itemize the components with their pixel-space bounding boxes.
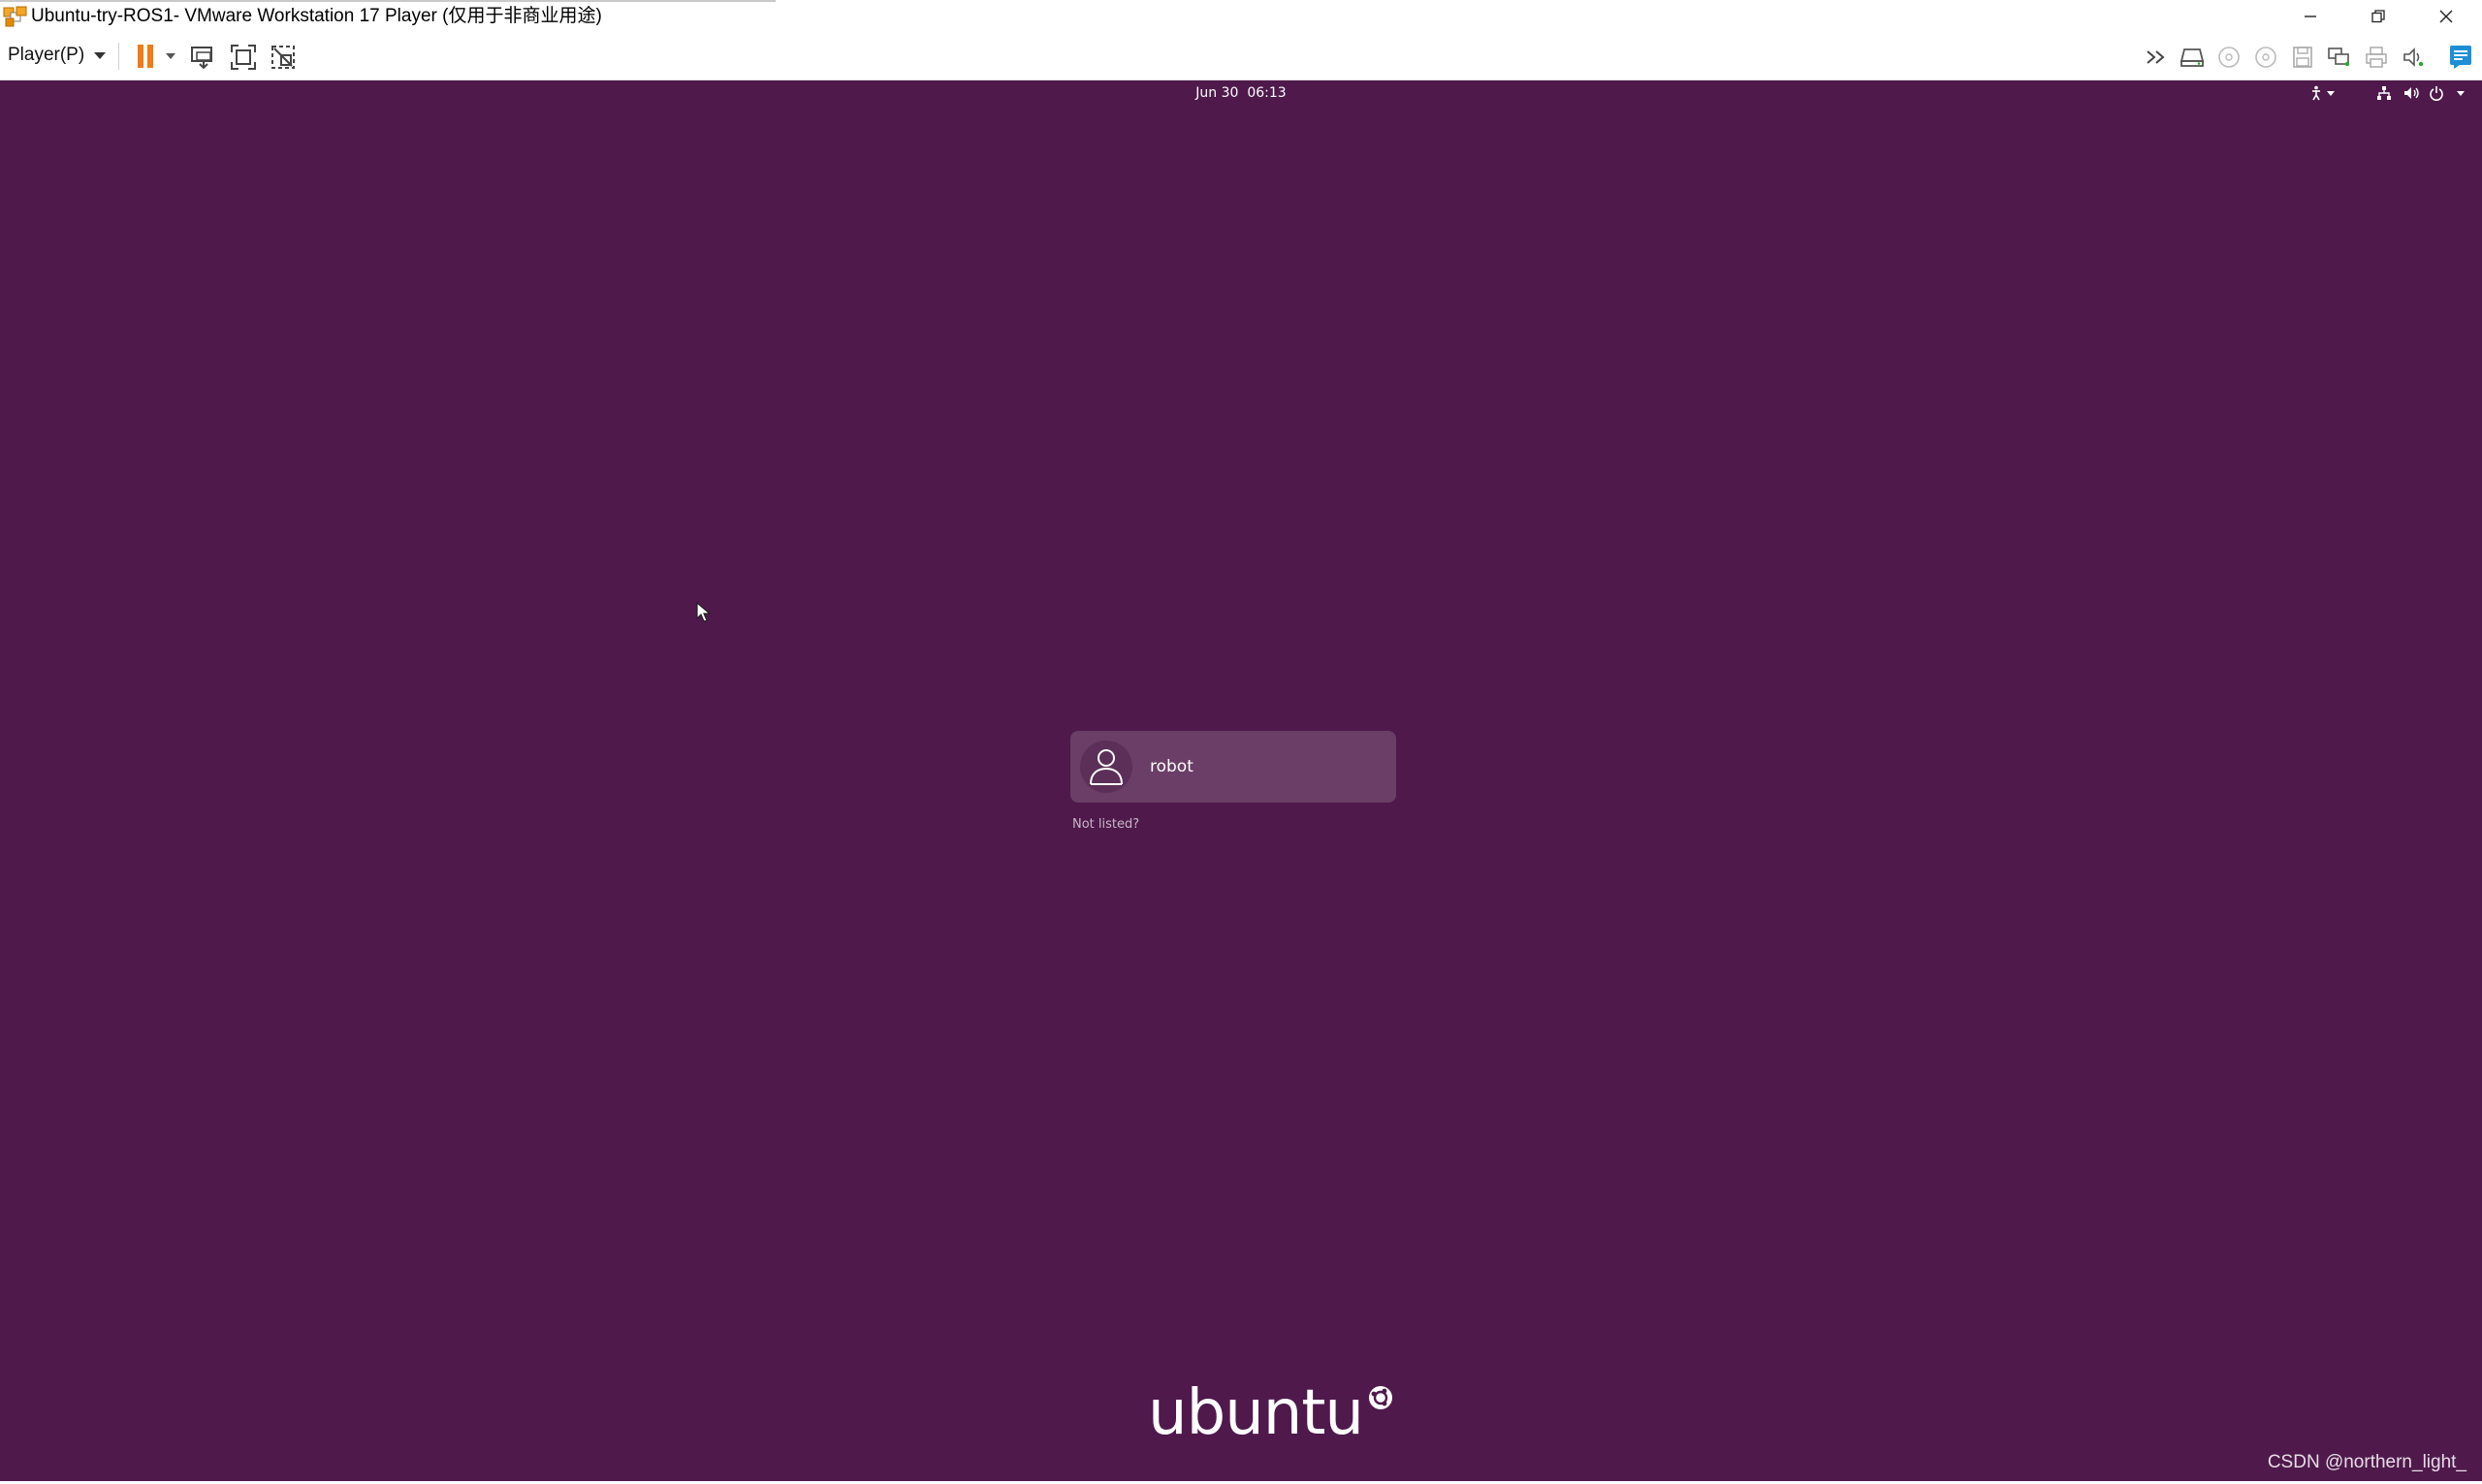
hard-disk-button[interactable] [2180,45,2205,70]
pause-icon [138,45,153,68]
unity-button[interactable] [269,43,298,72]
username-label: robot [1150,757,1193,776]
title-bar[interactable]: Ubuntu-try-ROS1- VMware Workstation 17 P… [0,0,2482,33]
accessibility-menu[interactable] [2309,84,2337,102]
user-list-item[interactable]: robot [1070,731,1396,803]
restore-icon [2371,10,2385,23]
hard-disk-icon [2180,48,2205,67]
volume-indicator[interactable] [2402,84,2422,102]
pause-dropdown[interactable] [161,47,180,66]
cd-dvd-icon [2218,47,2240,68]
power-icon [2430,86,2465,101]
network-icon [2377,86,2391,100]
cd-dvd-2-icon [2255,47,2276,68]
more-devices-button[interactable] [2145,45,2170,70]
title-bar-accent [0,0,776,2]
printer-icon [2366,47,2387,68]
more-devices-icon [2147,50,2165,64]
watermark: CSDN @northern_light_ [2267,1452,2466,1472]
clock[interactable]: Jun 30 06:13 [1144,84,1338,102]
ubuntu-logo: ubuntu [1148,1382,1394,1444]
full-screen-icon [231,45,256,70]
power-menu[interactable] [2428,84,2468,102]
player-toolbar: Player(P) [0,33,2482,80]
avatar [1080,741,1132,793]
cd-dvd-2-button[interactable] [2253,45,2278,70]
network-adapter-button[interactable] [2327,45,2352,70]
close-icon [2439,10,2453,23]
sound-card-button[interactable] [2401,45,2426,70]
chevron-down-icon [166,53,175,59]
cd-dvd-button[interactable] [2216,45,2242,70]
floppy-button[interactable] [2290,45,2315,70]
message-log-icon [2450,46,2471,69]
send-ctrl-alt-del-button[interactable] [188,43,217,72]
volume-icon [2404,87,2419,99]
printer-button[interactable] [2364,45,2389,70]
mouse-cursor-icon [696,601,712,627]
network-adapter-icon [2328,47,2350,67]
user-icon [1090,749,1123,785]
unity-icon [271,46,295,69]
full-screen-button[interactable] [229,43,258,72]
pause-button[interactable] [132,43,159,70]
minimize-button[interactable] [2276,0,2344,33]
network-indicator[interactable] [2375,84,2393,102]
window-title: Ubuntu-try-ROS1- VMware Workstation 17 P… [31,6,602,26]
restore-button[interactable] [2344,0,2412,33]
vmware-player-icon [3,5,28,28]
message-log-button[interactable] [2447,43,2474,70]
chevron-down-icon [94,51,107,59]
minimize-icon [2305,16,2316,17]
ubuntu-wordmark: ubuntu [1148,1377,1364,1449]
floppy-icon [2293,47,2312,68]
toolbar-divider [118,43,119,70]
player-menu-label: Player(P) [8,45,85,65]
sound-card-icon [2403,47,2424,67]
gnome-top-bar: Jun 30 06:13 [0,80,2482,106]
accessibility-icon [2312,85,2335,101]
close-button[interactable] [2412,0,2480,33]
vm-display[interactable]: Jun 30 06:13 robot Not listed? ubuntu [0,80,2482,1481]
circle-of-friends-icon [1368,1386,1392,1409]
send-ctrl-alt-del-icon [191,47,212,70]
player-menu-button[interactable]: Player(P) [8,41,107,70]
not-listed-link[interactable]: Not listed? [1072,816,1139,834]
